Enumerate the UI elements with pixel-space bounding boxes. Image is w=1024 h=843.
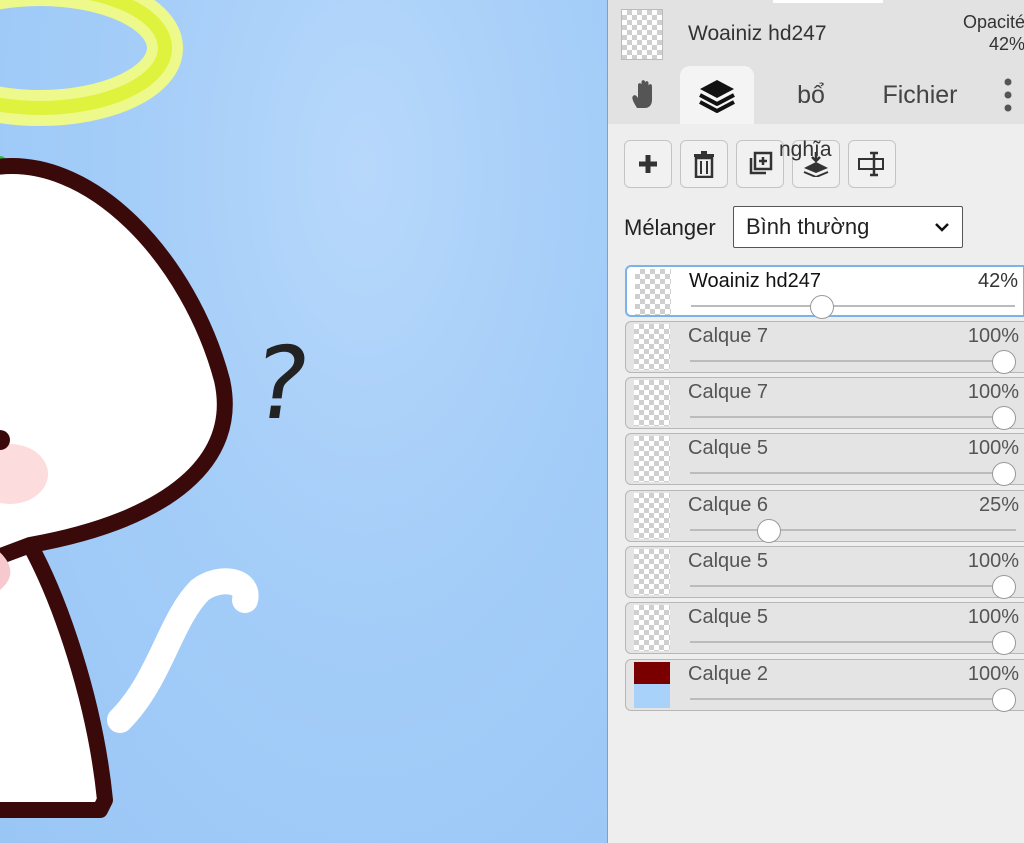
duplicate-icon xyxy=(749,151,773,175)
layer-opacity: 100% xyxy=(967,663,1019,685)
opacity-slider[interactable] xyxy=(690,585,1016,587)
opacity-slider-handle[interactable] xyxy=(756,519,781,543)
opacity-slider[interactable] xyxy=(690,416,1016,418)
layer-opacity: 100% xyxy=(967,437,1019,459)
layer-name: Calque 2 xyxy=(688,663,769,685)
layer-toolbar: nghĩa xyxy=(608,124,1024,204)
opacity-slider[interactable] xyxy=(690,698,1016,700)
cat-body xyxy=(0,537,113,818)
delete-layer-button[interactable] xyxy=(680,140,728,188)
opacity-slider[interactable] xyxy=(690,641,1016,643)
opacity-slider-handle[interactable] xyxy=(810,295,835,319)
layer-thumbnail xyxy=(634,493,670,539)
add-layer-button[interactable] xyxy=(624,140,672,188)
layer-opacity: 100% xyxy=(967,550,1019,572)
opacity-slider[interactable] xyxy=(690,360,1016,362)
blend-mode-value: Bình thường xyxy=(746,214,870,239)
layer-name: Calque 7 xyxy=(688,325,769,347)
tail xyxy=(107,568,259,733)
opacity-label: Opacité xyxy=(962,12,1024,32)
layer-row[interactable]: Calque 2 100% xyxy=(625,659,1024,712)
layer-thumbnail xyxy=(634,380,670,426)
rename-layer-button[interactable] xyxy=(848,140,896,188)
layer-list: Woainiz hd247 42% Calque 7 100% Calque 7… xyxy=(608,256,1024,843)
tab-layers[interactable] xyxy=(680,66,754,124)
layer-name: Woainiz hd247 xyxy=(689,270,821,292)
layer-name: Calque 5 xyxy=(688,437,769,459)
opacity-slider-handle[interactable] xyxy=(992,462,1016,486)
tab-hand[interactable] xyxy=(620,66,670,124)
header-indicator xyxy=(773,0,883,3)
layer-opacity: 100% xyxy=(967,606,1019,628)
opacity-slider[interactable] xyxy=(690,529,1016,531)
more-vertical-icon xyxy=(1004,78,1012,112)
trash-icon xyxy=(694,151,714,178)
cat-head xyxy=(0,158,233,565)
layer-row[interactable]: Woainiz hd247 42% xyxy=(625,265,1024,319)
opacity-slider[interactable] xyxy=(691,305,1015,307)
layer-thumbnail xyxy=(634,436,670,482)
chevron-down-icon xyxy=(935,223,949,232)
layer-name: Calque 5 xyxy=(688,550,769,572)
layer-thumbnail xyxy=(634,324,670,370)
layer-opacity: 42% xyxy=(977,270,1018,292)
layer-name: Calque 5 xyxy=(688,606,769,628)
opacity-slider-handle[interactable] xyxy=(992,575,1016,599)
tab-more[interactable] xyxy=(993,66,1023,124)
opacity-slider-handle[interactable] xyxy=(992,688,1016,712)
opacity-slider-handle[interactable] xyxy=(992,406,1016,430)
layer-thumbnail xyxy=(634,662,670,708)
layer-thumbnail xyxy=(634,605,670,651)
layer-row[interactable]: Calque 6 25% xyxy=(625,490,1024,543)
hand-icon xyxy=(632,80,652,108)
opacity-slider-handle[interactable] xyxy=(992,631,1016,655)
blend-label: Mélanger xyxy=(624,215,716,240)
layer-thumbnail xyxy=(635,269,671,315)
blend-mode-select[interactable]: Bình thường xyxy=(733,206,963,248)
opacity-value: 42% xyxy=(988,34,1024,54)
panel-tabs: bổ Fichier xyxy=(608,66,1024,125)
text-cursor-icon xyxy=(858,151,884,177)
layer-thumbnail xyxy=(634,549,670,595)
drawing-canvas[interactable]: ? xyxy=(0,0,607,843)
opacity-slider-handle[interactable] xyxy=(992,350,1016,374)
layer-name: Calque 7 xyxy=(688,381,769,403)
layer-opacity: 100% xyxy=(967,325,1019,347)
layer-row[interactable]: Calque 5 100% xyxy=(625,433,1024,486)
document-opacity: Opacité 42% xyxy=(955,11,1024,55)
document-name: Woainiz hd247 xyxy=(688,22,827,45)
toolbar-overflow-label: nghĩa xyxy=(779,138,832,161)
layer-opacity: 25% xyxy=(978,494,1019,516)
layers-panel: Woainiz hd247 Opacité 42% bổ Fichier ngh… xyxy=(607,0,1024,843)
layer-name: Calque 6 xyxy=(688,494,769,516)
document-header: Woainiz hd247 Opacité 42% xyxy=(608,0,1024,66)
duplicate-layer-button[interactable] xyxy=(736,140,784,188)
layers-icon xyxy=(699,80,735,113)
tab-file[interactable]: Fichier xyxy=(870,66,970,124)
layer-row[interactable]: Calque 7 100% xyxy=(625,321,1024,374)
blend-row: Mélanger Bình thường xyxy=(608,204,1024,256)
opacity-slider[interactable] xyxy=(690,472,1016,474)
plus-icon xyxy=(639,155,657,173)
layer-opacity: 100% xyxy=(967,381,1019,403)
document-thumbnail[interactable] xyxy=(621,9,663,60)
artwork xyxy=(0,0,259,818)
tab-bo[interactable]: bổ xyxy=(780,66,842,124)
layer-row[interactable]: Calque 5 100% xyxy=(625,602,1024,655)
layer-row[interactable]: Calque 5 100% xyxy=(625,546,1024,599)
layer-row[interactable]: Calque 7 100% xyxy=(625,377,1024,430)
